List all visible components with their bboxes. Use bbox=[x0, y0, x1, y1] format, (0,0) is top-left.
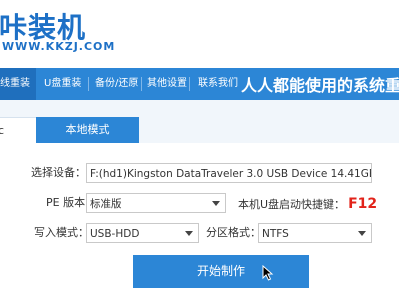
pe-version-value: 标准版 bbox=[90, 198, 122, 210]
app-header: 咔装机 WWW.KKZJ.COM bbox=[0, 0, 399, 68]
device-label: 选择设备： bbox=[31, 166, 86, 179]
chevron-down-icon bbox=[185, 231, 193, 236]
start-make-button[interactable]: 开始制作 bbox=[133, 255, 309, 288]
logo-url: WWW.KKZJ.COM bbox=[2, 40, 116, 53]
hotkey-info: 本机U盘启动快捷键： F12 bbox=[238, 192, 377, 214]
device-select-value: F:(hd1)Kingston DataTraveler 3.0 USB Dev… bbox=[90, 168, 372, 180]
chevron-down-icon bbox=[358, 231, 366, 236]
tab-usb-mode[interactable]: c bbox=[0, 117, 37, 144]
device-select[interactable]: F:(hd1)Kingston DataTraveler 3.0 USB Dev… bbox=[86, 163, 372, 183]
tab-usb-mode-label: c bbox=[0, 124, 5, 137]
write-mode-select[interactable]: USB-HDD bbox=[86, 223, 199, 243]
nav-item-usb-reinstall[interactable]: U盘重装 bbox=[44, 68, 88, 100]
main-nav: 线重装 U盘重装 备份/还原 其他设置 联系我们 人人都能使用的系统重 bbox=[0, 68, 399, 100]
partition-select[interactable]: NTFS bbox=[258, 223, 372, 243]
mouse-cursor-icon bbox=[262, 265, 274, 281]
slogan: 人人都能使用的系统重 bbox=[241, 76, 399, 95]
hotkey-value: F12 bbox=[348, 196, 378, 212]
nav-item-other-settings[interactable]: 其他设置 bbox=[147, 68, 189, 100]
pe-version-select[interactable]: 标准版 bbox=[86, 193, 226, 213]
nav-item-contact-us[interactable]: 联系我们 bbox=[198, 68, 240, 100]
nav-items: 线重装 U盘重装 备份/还原 其他设置 联系我们 bbox=[0, 68, 240, 100]
nav-item-online-reinstall[interactable]: 线重装 bbox=[0, 68, 36, 100]
partition-value: NTFS bbox=[262, 228, 289, 240]
chevron-down-icon bbox=[212, 201, 220, 206]
write-mode-value: USB-HDD bbox=[90, 228, 140, 240]
write-mode-label: 写入模式： bbox=[34, 226, 89, 239]
tab-local-mode[interactable]: 本地模式 bbox=[36, 117, 139, 143]
hotkey-label: 本机U盘启动快捷键： bbox=[238, 198, 346, 211]
mode-tabs: c 本地模式 bbox=[0, 100, 399, 144]
nav-item-backup-restore[interactable]: 备份/还原 bbox=[95, 68, 141, 100]
partition-label: 分区格式： bbox=[206, 226, 261, 239]
